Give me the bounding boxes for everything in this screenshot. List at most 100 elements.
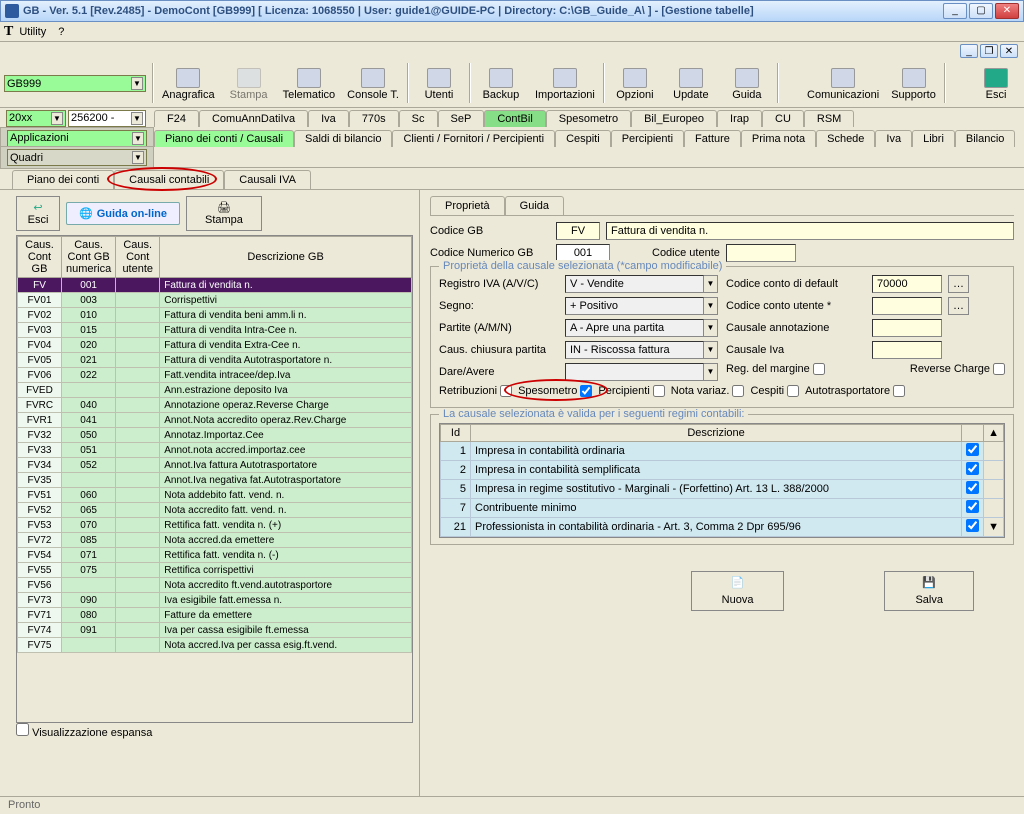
- toolbar-guida[interactable]: Guida: [721, 66, 773, 103]
- table-row[interactable]: FV06022Fatt.vendita intracee/dep.Iva: [18, 368, 412, 383]
- checkbox-autotrasportatore[interactable]: Autotrasportatore: [805, 385, 905, 397]
- toolbar-importazioni[interactable]: Importazioni: [531, 66, 599, 103]
- regime-row[interactable]: 5Impresa in regime sostitutivo - Margina…: [441, 480, 1004, 499]
- checkbox-percipienti[interactable]: Percipienti: [598, 385, 664, 397]
- combo-anno[interactable]: 20xx▼: [6, 110, 66, 127]
- subtab-causali-contabili[interactable]: Causali contabili: [114, 170, 224, 189]
- table-row[interactable]: FV01003Corrispettivi: [18, 293, 412, 308]
- table-row[interactable]: FV03015Fattura di vendita Intra-Cee n.: [18, 323, 412, 338]
- regime-row[interactable]: 2Impresa in contabilità semplificata: [441, 461, 1004, 480]
- table-row[interactable]: FV32050Annotaz.Importaz.Cee: [18, 428, 412, 443]
- dropdown-dareavere[interactable]: [565, 363, 704, 381]
- field-causale-iva[interactable]: [872, 341, 942, 359]
- col-caus-utente[interactable]: Caus. Cont utente: [116, 237, 160, 278]
- lookup-conto-utente[interactable]: …: [948, 297, 969, 315]
- toolbar-supporto[interactable]: Supporto: [887, 66, 940, 103]
- mdi-minimize[interactable]: _: [960, 44, 978, 58]
- combo-applicazioni[interactable]: Applicazioni▼: [7, 130, 147, 147]
- secondary-tab[interactable]: Prima nota: [741, 130, 816, 147]
- table-row[interactable]: FV51060Nota addebito fatt. vend. n.: [18, 488, 412, 503]
- subtab-causali-iva[interactable]: Causali IVA: [224, 170, 311, 189]
- dropdown-segno[interactable]: + Positivo: [565, 297, 704, 315]
- mdi-close[interactable]: ✕: [1000, 44, 1018, 58]
- scrollbar-up[interactable]: ▲: [984, 425, 1004, 442]
- primary-tab-f24[interactable]: F24: [154, 110, 199, 127]
- dropdown-chiusura[interactable]: IN - Riscossa fattura: [565, 341, 704, 359]
- secondary-tab[interactable]: Percipienti: [611, 130, 684, 147]
- checkbox-regmargine[interactable]: Reg. del margine: [726, 363, 825, 375]
- field-conto-default[interactable]: 70000: [872, 275, 942, 293]
- toolbar-anagrafica[interactable]: Anagrafica: [158, 66, 219, 103]
- toolbar-backup[interactable]: Backup: [475, 66, 527, 103]
- secondary-tab[interactable]: Cespiti: [555, 130, 611, 147]
- stampa-button[interactable]: 🖨Stampa: [186, 196, 262, 231]
- toolbar-console[interactable]: Console T.: [343, 66, 403, 103]
- mdi-restore[interactable]: ❐: [980, 44, 998, 58]
- col-regime-id[interactable]: Id: [441, 425, 471, 442]
- menu-help[interactable]: ?: [58, 26, 64, 38]
- checkbox-notavariaz[interactable]: Nota variaz.: [671, 385, 745, 397]
- field-conto-utente[interactable]: [872, 297, 942, 315]
- table-row[interactable]: FV35Annot.Iva negativa fat.Autotrasporta…: [18, 473, 412, 488]
- primary-tab-irap[interactable]: Irap: [717, 110, 762, 127]
- table-row[interactable]: FV02010Fattura di vendita beni amm.li n.: [18, 308, 412, 323]
- lookup-conto-default[interactable]: …: [948, 275, 969, 293]
- secondary-tab[interactable]: Piano dei conti / Causali: [154, 130, 294, 147]
- secondary-tab[interactable]: Schede: [816, 130, 875, 147]
- primary-tab-rsm[interactable]: RSM: [804, 110, 854, 127]
- secondary-tab[interactable]: Iva: [875, 130, 912, 147]
- col-caus-num[interactable]: Caus. Cont GB numerica: [62, 237, 116, 278]
- primary-tab-spesometro[interactable]: Spesometro: [546, 110, 631, 127]
- table-row[interactable]: FV04020Fattura di vendita Extra-Cee n.: [18, 338, 412, 353]
- field-annotazione[interactable]: [872, 319, 942, 337]
- toolbar-telematico[interactable]: Telematico: [279, 66, 340, 103]
- primary-tab-bil_europeo[interactable]: Bil_Europeo: [631, 110, 717, 127]
- field-codice-utente[interactable]: [726, 244, 796, 262]
- toolbar-opzioni[interactable]: Opzioni: [609, 66, 661, 103]
- col-descrizione[interactable]: Descrizione GB: [160, 237, 412, 278]
- table-row[interactable]: FV34052Annot.Iva fattura Autotrasportato…: [18, 458, 412, 473]
- table-row[interactable]: FV52065Nota accredito fatt. vend. n.: [18, 503, 412, 518]
- checkbox-reverse[interactable]: Reverse Charge: [910, 363, 1005, 375]
- table-row[interactable]: FV73090Iva esigibile fatt.emessa n.: [18, 593, 412, 608]
- secondary-tab[interactable]: Saldi di bilancio: [294, 130, 392, 147]
- primary-tab-iva[interactable]: Iva: [308, 110, 349, 127]
- regimi-grid[interactable]: Id Descrizione ▲ 1Impresa in contabilità…: [439, 423, 1005, 538]
- nuova-button[interactable]: 📄Nuova: [691, 571, 785, 611]
- close-button[interactable]: ✕: [995, 3, 1019, 19]
- regime-row[interactable]: 21Professionista in contabilità ordinari…: [441, 518, 1004, 537]
- minimize-button[interactable]: _: [943, 3, 967, 19]
- table-row[interactable]: FV54071Rettifica fatt. vendita n. (-): [18, 548, 412, 563]
- table-row[interactable]: FVRC040Annotazione operaz.Reverse Charge: [18, 398, 412, 413]
- tab-guida[interactable]: Guida: [505, 196, 564, 215]
- visualizzazione-espansa-checkbox[interactable]: Visualizzazione espansa: [16, 727, 152, 739]
- secondary-tab[interactable]: Libri: [912, 130, 955, 147]
- col-regime-desc[interactable]: Descrizione: [471, 425, 962, 442]
- table-row[interactable]: FV75Nota accred.Iva per cassa esig.ft.ve…: [18, 638, 412, 653]
- table-row[interactable]: FV74091Iva per cassa esigibile ft.emessa: [18, 623, 412, 638]
- table-row[interactable]: FVEDAnn.estrazione deposito Iva: [18, 383, 412, 398]
- primary-tab-contbil[interactable]: ContBil: [484, 110, 545, 127]
- combo-code[interactable]: 256200 -▼: [68, 110, 146, 127]
- table-row[interactable]: FV53070Rettifica fatt. vendita n. (+): [18, 518, 412, 533]
- menu-utility[interactable]: Utility: [19, 26, 46, 38]
- table-row[interactable]: FV72085Nota accred.da emettere: [18, 533, 412, 548]
- checkbox-retribuzioni[interactable]: Retribuzioni: [439, 385, 512, 397]
- subtab-piano-conti[interactable]: Piano dei conti: [12, 170, 114, 189]
- checkbox-cespiti[interactable]: Cespiti: [750, 385, 799, 397]
- secondary-tab[interactable]: Clienti / Fornitori / Percipienti: [392, 130, 555, 147]
- col-caus-gb[interactable]: Caus. Cont GB: [18, 237, 62, 278]
- table-row[interactable]: FV71080Fatture da emettere: [18, 608, 412, 623]
- guida-online-link[interactable]: 🌐Guida on-line: [66, 202, 180, 225]
- toolbar-update[interactable]: Update: [665, 66, 717, 103]
- table-row[interactable]: FV05021Fattura di vendita Autotrasportat…: [18, 353, 412, 368]
- maximize-button[interactable]: ▢: [969, 3, 993, 19]
- causali-grid[interactable]: Caus. Cont GB Caus. Cont GB numerica Cau…: [16, 235, 413, 723]
- regime-row[interactable]: 1Impresa in contabilità ordinaria: [441, 442, 1004, 461]
- combo-ditta[interactable]: GB999▼: [4, 75, 146, 92]
- toolbar-comunicazioni[interactable]: Comunicazioni: [803, 66, 883, 103]
- table-row[interactable]: FV56Nota accredito ft.vend.autotrasporto…: [18, 578, 412, 593]
- secondary-tab[interactable]: Fatture: [684, 130, 741, 147]
- primary-tab-comuanndatiiva[interactable]: ComuAnnDatiIva: [199, 110, 308, 127]
- toolbar-stampa[interactable]: Stampa: [223, 66, 275, 103]
